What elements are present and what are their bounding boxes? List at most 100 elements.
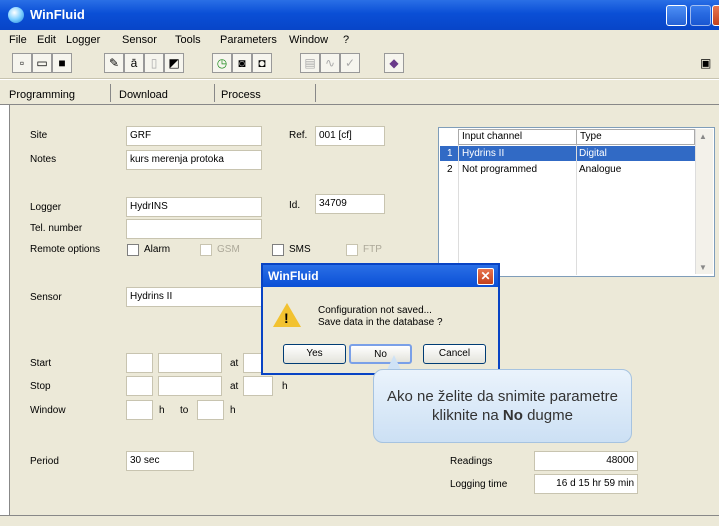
notes-field[interactable]: kurs merenja protoka bbox=[126, 150, 262, 170]
callout-line2-post: dugme bbox=[522, 407, 573, 424]
new-file-icon[interactable]: ▫ bbox=[12, 53, 32, 73]
period-field[interactable]: 30 sec bbox=[126, 451, 194, 471]
status-bar bbox=[0, 515, 719, 526]
stop-date-field[interactable] bbox=[158, 376, 222, 396]
chart-icon[interactable]: ◩ bbox=[164, 53, 184, 73]
callout-line1: Ako ne želite da snimite parametre bbox=[387, 388, 618, 405]
dialog-title: WinFluid bbox=[268, 269, 319, 283]
save-confirm-dialog: WinFluid ✕ ! Configuration not saved... … bbox=[261, 263, 500, 375]
remote-options-label: Remote options bbox=[30, 244, 101, 255]
text-icon[interactable]: ā bbox=[124, 53, 144, 73]
callout-line2-bold: No bbox=[502, 407, 523, 424]
window-to-label: to bbox=[180, 405, 189, 416]
sensor-field[interactable]: Hydrins II bbox=[126, 287, 262, 307]
check-icon[interactable]: ✓ bbox=[340, 53, 360, 73]
eraser-icon[interactable]: ◆ bbox=[384, 53, 404, 73]
menu-help[interactable]: ? bbox=[343, 34, 349, 46]
sms-checkbox[interactable] bbox=[272, 244, 284, 256]
stop-label: Stop bbox=[30, 381, 51, 392]
save-icon[interactable]: ■ bbox=[52, 53, 72, 73]
start-hour-field[interactable] bbox=[243, 353, 262, 373]
minimize-button[interactable] bbox=[666, 5, 687, 26]
cancel-button[interactable]: Cancel bbox=[423, 344, 486, 364]
scroll-down-icon[interactable]: ▼ bbox=[699, 263, 707, 272]
device-transfer-icon[interactable]: ◘ bbox=[252, 53, 272, 73]
menu-window[interactable]: Window bbox=[289, 34, 328, 46]
id-field[interactable]: 34709 bbox=[315, 194, 385, 214]
dialog-message-line2: Save data in the database ? bbox=[318, 317, 443, 328]
graph-icon[interactable]: ∿ bbox=[320, 53, 340, 73]
readings-label: Readings bbox=[450, 456, 493, 467]
callout-pointer bbox=[387, 355, 401, 370]
menu-bar bbox=[0, 30, 719, 49]
site-field[interactable]: GRF bbox=[126, 126, 262, 146]
menu-edit[interactable]: Edit bbox=[37, 34, 56, 46]
yes-button[interactable]: Yes bbox=[283, 344, 346, 364]
tab-bar bbox=[0, 80, 719, 105]
alarm-checkbox[interactable] bbox=[127, 244, 139, 256]
gsm-checkbox[interactable] bbox=[200, 244, 212, 256]
list-icon[interactable]: ▤ bbox=[300, 53, 320, 73]
edit-icon[interactable]: ✎ bbox=[104, 53, 124, 73]
menu-logger[interactable]: Logger bbox=[66, 34, 100, 46]
app-icon bbox=[8, 7, 24, 23]
row-channel: Not programmed bbox=[462, 164, 538, 175]
maximize-button[interactable] bbox=[690, 5, 711, 26]
window-from-field[interactable] bbox=[126, 400, 153, 420]
tab-programming[interactable]: Programming bbox=[9, 89, 75, 101]
id-label: Id. bbox=[289, 200, 301, 211]
stop-at-label: at bbox=[230, 381, 239, 392]
dialog-close-icon[interactable]: ✕ bbox=[477, 268, 494, 285]
callout-text: Ako ne želite da snimite parametre klikn… bbox=[374, 387, 631, 425]
window-label: Window bbox=[30, 405, 66, 416]
disabled-tool-icon[interactable]: ▯ bbox=[144, 53, 164, 73]
logger-label: Logger bbox=[30, 202, 62, 213]
logger-field[interactable]: HydrINS bbox=[126, 197, 262, 217]
menu-sensor[interactable]: Sensor bbox=[122, 34, 157, 46]
tel-number-field[interactable] bbox=[126, 219, 262, 239]
menu-parameters[interactable]: Parameters bbox=[220, 34, 277, 46]
tab-divider bbox=[214, 84, 215, 102]
menu-tools[interactable]: Tools bbox=[175, 34, 201, 46]
tab-download[interactable]: Download bbox=[119, 89, 168, 101]
window-title: WinFluid bbox=[30, 7, 85, 22]
network-icon: ▣ bbox=[700, 56, 712, 70]
menu-file[interactable]: File bbox=[9, 34, 27, 46]
ftp-label: FTP bbox=[363, 244, 382, 255]
row-number: 2 bbox=[447, 164, 453, 175]
warning-icon-mark: ! bbox=[284, 310, 289, 326]
open-folder-icon[interactable]: ▭ bbox=[32, 53, 52, 73]
close-button[interactable] bbox=[712, 5, 719, 26]
dialog-message-line1: Configuration not saved... bbox=[318, 305, 432, 316]
column-divider bbox=[458, 145, 459, 275]
hint-callout: Ako ne želite da snimite parametre klikn… bbox=[373, 369, 632, 443]
scroll-up-icon[interactable]: ▲ bbox=[699, 132, 707, 141]
column-header-input-channel[interactable]: Input channel bbox=[458, 129, 577, 145]
ref-field[interactable]: 001 [cf] bbox=[315, 126, 385, 146]
stop-day-field[interactable] bbox=[126, 376, 153, 396]
stop-h-label: h bbox=[282, 381, 288, 392]
period-label: Period bbox=[30, 456, 59, 467]
device-icon[interactable]: ◙ bbox=[232, 53, 252, 73]
ftp-checkbox[interactable] bbox=[346, 244, 358, 256]
start-date-field[interactable] bbox=[158, 353, 222, 373]
logging-time-label: Logging time bbox=[450, 479, 508, 490]
gsm-label: GSM bbox=[217, 244, 240, 255]
column-header-type[interactable]: Type bbox=[576, 129, 695, 145]
row-type: Analogue bbox=[579, 164, 622, 175]
logging-time-field: 16 d 15 hr 59 min bbox=[534, 474, 638, 494]
alarm-label: Alarm bbox=[144, 244, 171, 255]
tab-divider bbox=[110, 84, 111, 102]
start-day-field[interactable] bbox=[126, 353, 153, 373]
column-divider bbox=[576, 145, 577, 275]
stop-hour-field[interactable] bbox=[243, 376, 273, 396]
clock-icon[interactable]: ◷ bbox=[212, 53, 232, 73]
ref-label: Ref. bbox=[289, 130, 308, 141]
table-scrollbar[interactable] bbox=[695, 129, 713, 274]
window-h2-label: h bbox=[230, 405, 236, 416]
no-button[interactable]: No bbox=[349, 344, 412, 364]
tab-process[interactable]: Process bbox=[221, 89, 261, 101]
start-label: Start bbox=[30, 358, 52, 369]
callout-line2-pre: kliknite na bbox=[432, 407, 503, 424]
window-to-field[interactable] bbox=[197, 400, 224, 420]
